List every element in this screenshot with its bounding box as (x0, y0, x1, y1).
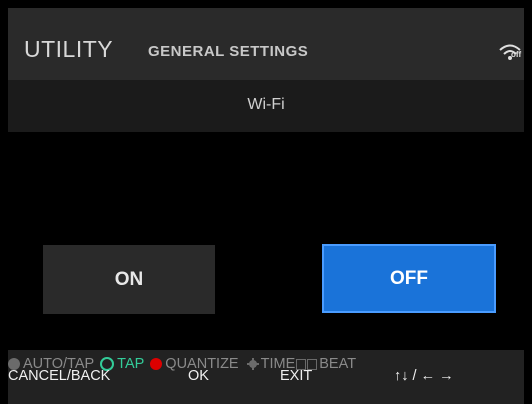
navigation-hint: ↑↓ / ← → (394, 368, 454, 384)
page-title: UTILITY (24, 36, 114, 62)
exit-hint: EXIT (280, 368, 313, 384)
section-bar: Wi-Fi (8, 80, 524, 132)
section-label: Wi-Fi (247, 96, 285, 113)
wifi-status-label: off (511, 50, 522, 59)
tap-label: TAP (117, 356, 145, 372)
header-bar: UTILITY GENERAL SETTINGS off (8, 8, 524, 80)
cancel-back-hint: CANCEL/BACK (8, 368, 111, 384)
beat-label: BEAT (319, 356, 357, 372)
off-button[interactable]: OFF (322, 244, 496, 313)
time-gear-icon (246, 358, 259, 370)
wifi-off-icon: off (498, 40, 526, 66)
quantize-indicator-icon (150, 358, 163, 370)
page-subtitle: GENERAL SETTINGS (148, 43, 309, 60)
ok-hint: OK (188, 368, 209, 384)
on-button[interactable]: ON (43, 245, 215, 314)
footer-bar: AUTO/TAP TAP QUANTIZE TIME BEAT CANCEL/B… (8, 350, 524, 404)
